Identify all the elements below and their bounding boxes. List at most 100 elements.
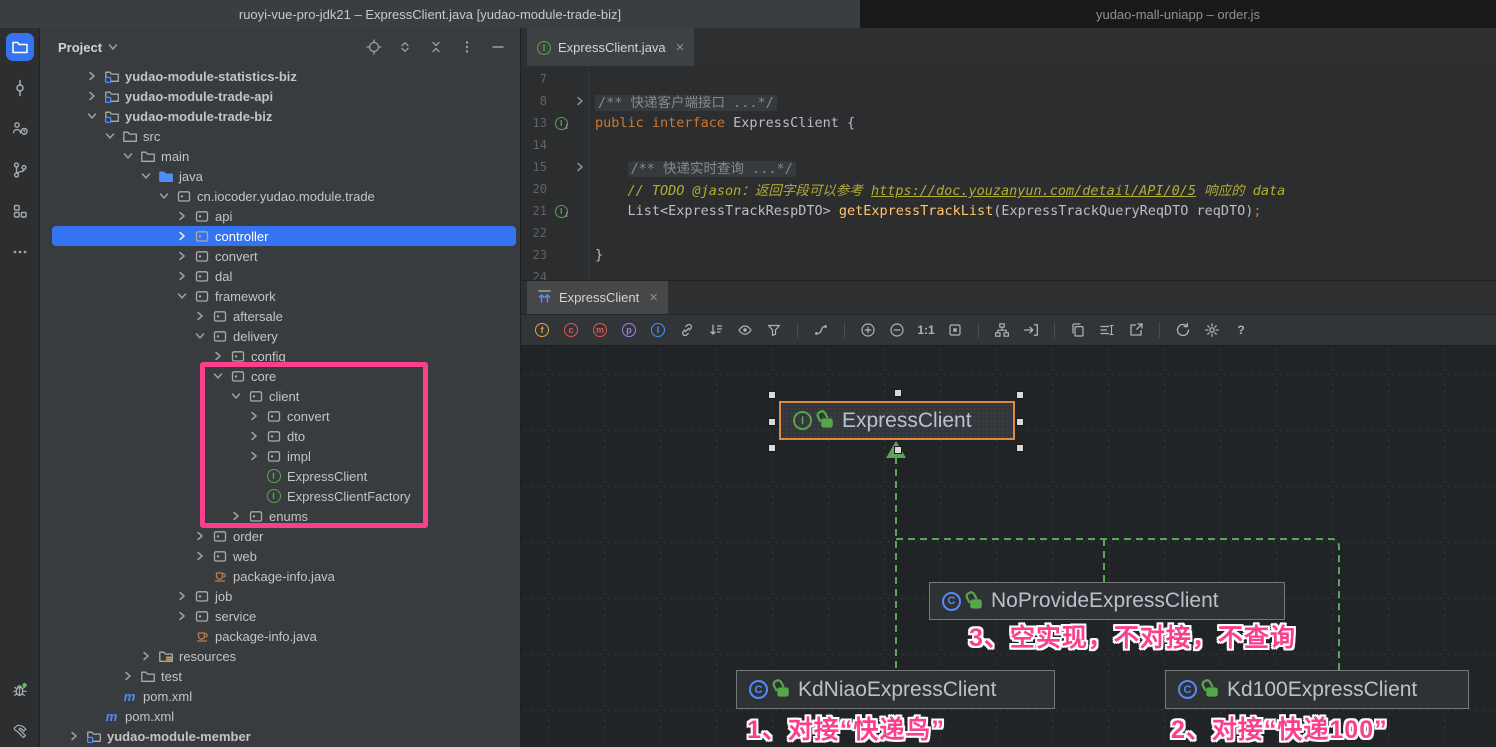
fold-marker-icon[interactable] xyxy=(573,96,587,106)
diagram-node-noprovideexpressclient[interactable]: CNoProvideExpressClient xyxy=(929,582,1285,620)
tree-row-cn-iocoder-yudao-module-trade[interactable]: cn.iocoder.yudao.module.trade xyxy=(40,186,520,206)
fold-marker-icon[interactable] xyxy=(573,162,587,172)
tree-row-config[interactable]: config xyxy=(40,346,520,366)
toolbar-export-icon[interactable] xyxy=(1127,321,1145,339)
selection-handle[interactable] xyxy=(768,444,776,452)
selection-handle[interactable] xyxy=(1016,418,1024,426)
toolbar-sort-icon[interactable] xyxy=(707,321,725,339)
tab-diagram-expressclient[interactable]: ExpressClient × xyxy=(527,281,668,314)
locate-icon[interactable] xyxy=(366,39,382,55)
chevron-right-icon[interactable] xyxy=(85,89,99,103)
chevron-down-icon[interactable] xyxy=(103,129,117,143)
tree-row-package-info-java[interactable]: package-info.java xyxy=(40,566,520,586)
chevron-down-icon[interactable] xyxy=(139,169,153,183)
tree-row-core[interactable]: core xyxy=(40,366,520,386)
toolbar-dependencies-icon[interactable] xyxy=(678,321,696,339)
tree-row-yudao-module-trade-biz[interactable]: yudao-module-trade-biz xyxy=(40,106,520,126)
tree-row-package-info-java[interactable]: package-info.java xyxy=(40,626,520,646)
toolbar-visibility-icon[interactable] xyxy=(736,321,754,339)
toolbar-settings-icon[interactable] xyxy=(1203,321,1221,339)
window-title-background[interactable]: yudao-mall-uniapp – order.js xyxy=(860,0,1496,28)
tree-row-dal[interactable]: dal xyxy=(40,266,520,286)
tree-row-pom-xml[interactable]: mpom.xml xyxy=(40,706,520,726)
activity-debug-icon[interactable] xyxy=(6,676,34,704)
toolbar-actual-size[interactable]: 1:1 xyxy=(917,321,935,339)
activity-commit-icon[interactable] xyxy=(6,74,34,102)
tree-row-expressclientfactory[interactable]: IExpressClientFactory xyxy=(40,486,520,506)
tree-row-yudao-module-member[interactable]: yudao-module-member xyxy=(40,726,520,746)
tree-row-yudao-module-statistics-biz[interactable]: yudao-module-statistics-biz xyxy=(40,66,520,86)
diagram-canvas[interactable]: IExpressClient CNoProvideExpressClient CKd… xyxy=(521,346,1496,747)
chevron-right-icon[interactable] xyxy=(175,269,189,283)
tree-row-dto[interactable]: dto xyxy=(40,426,520,446)
diagram-node-kdniaoexpressclient[interactable]: CKdNiaoExpressClient xyxy=(736,670,1055,709)
toolbar-show-paths-icon[interactable] xyxy=(812,321,830,339)
selection-handle[interactable] xyxy=(1016,391,1024,399)
chevron-right-icon[interactable] xyxy=(175,249,189,263)
chevron-down-icon[interactable] xyxy=(157,189,171,203)
chevron-down-icon[interactable] xyxy=(85,109,99,123)
tree-row-convert[interactable]: convert xyxy=(40,246,520,266)
chevron-right-icon[interactable] xyxy=(85,69,99,83)
selection-handle[interactable] xyxy=(894,389,902,397)
toolbar-fields[interactable]: f xyxy=(533,321,551,339)
chevron-down-icon[interactable] xyxy=(229,389,243,403)
chevron-right-icon[interactable] xyxy=(247,449,261,463)
chevron-right-icon[interactable] xyxy=(67,729,81,743)
toolbar-fit-content-icon[interactable] xyxy=(946,321,964,339)
chevron-down-icon[interactable] xyxy=(121,149,135,163)
tree-row-api[interactable]: api xyxy=(40,206,520,226)
activity-branches-icon[interactable] xyxy=(6,156,34,184)
expand-all-icon[interactable] xyxy=(397,39,413,55)
tab-expressclient-java[interactable]: I ExpressClient.java × xyxy=(527,28,694,66)
selection-handle[interactable] xyxy=(768,391,776,399)
chevron-right-icon[interactable] xyxy=(193,549,207,563)
chevron-down-icon[interactable] xyxy=(193,329,207,343)
chevron-right-icon[interactable] xyxy=(193,529,207,543)
diagram-node-expressclient[interactable]: IExpressClient xyxy=(779,401,1015,440)
chevron-right-icon[interactable] xyxy=(193,309,207,323)
tree-row-test[interactable]: test xyxy=(40,666,520,686)
selection-handle[interactable] xyxy=(894,446,902,454)
toolbar-filter-icon[interactable] xyxy=(765,321,783,339)
activity-more-icon[interactable] xyxy=(6,238,34,266)
toolbar-inner-classes[interactable]: I xyxy=(649,321,667,339)
tree-row-main[interactable]: main xyxy=(40,146,520,166)
chevron-down-icon[interactable] xyxy=(175,289,189,303)
activity-build-icon[interactable] xyxy=(6,717,34,745)
code-editor[interactable]: 78/** 快递客户端接口 ...*/13I↓public interface … xyxy=(521,66,1496,280)
diagram-node-kd100expressclient[interactable]: CKd100ExpressClient xyxy=(1165,670,1469,709)
chevron-right-icon[interactable] xyxy=(247,409,261,423)
tree-row-enums[interactable]: enums xyxy=(40,506,520,526)
tree-row-controller[interactable]: controller xyxy=(40,226,520,246)
project-dropdown[interactable]: Project xyxy=(58,40,118,55)
toolbar-scope-icon[interactable] xyxy=(1098,321,1116,339)
chevron-right-icon[interactable] xyxy=(229,509,243,523)
selection-handle[interactable] xyxy=(1016,444,1024,452)
tree-row-yudao-module-trade-api[interactable]: yudao-module-trade-api xyxy=(40,86,520,106)
chevron-right-icon[interactable] xyxy=(175,229,189,243)
selection-handle[interactable] xyxy=(768,418,776,426)
tree-row-pom-xml[interactable]: mpom.xml xyxy=(40,686,520,706)
close-icon[interactable]: × xyxy=(649,290,658,305)
toolbar-constructors[interactable]: c xyxy=(562,321,580,339)
tree-row-java[interactable]: java xyxy=(40,166,520,186)
tree-row-impl[interactable]: impl xyxy=(40,446,520,466)
hide-icon[interactable] xyxy=(490,39,506,55)
toolbar-layout-hierarchy-icon[interactable] xyxy=(993,321,1011,339)
collapse-all-icon[interactable] xyxy=(428,39,444,55)
activity-pull-requests-icon[interactable] xyxy=(6,115,34,143)
close-icon[interactable]: × xyxy=(676,40,685,55)
tree-row-framework[interactable]: framework xyxy=(40,286,520,306)
implemented-marker-icon[interactable]: I↓ xyxy=(551,115,573,132)
toolbar-methods[interactable]: m xyxy=(591,321,609,339)
tree-row-src[interactable]: src xyxy=(40,126,520,146)
implemented-marker-icon[interactable]: I↓ xyxy=(551,203,573,220)
tree-row-web[interactable]: web xyxy=(40,546,520,566)
chevron-right-icon[interactable] xyxy=(175,609,189,623)
toolbar-zoom-in-icon[interactable] xyxy=(859,321,877,339)
tree-row-client[interactable]: client xyxy=(40,386,520,406)
chevron-down-icon[interactable] xyxy=(211,369,225,383)
tree-row-aftersale[interactable]: aftersale xyxy=(40,306,520,326)
toolbar-zoom-out-icon[interactable] xyxy=(888,321,906,339)
